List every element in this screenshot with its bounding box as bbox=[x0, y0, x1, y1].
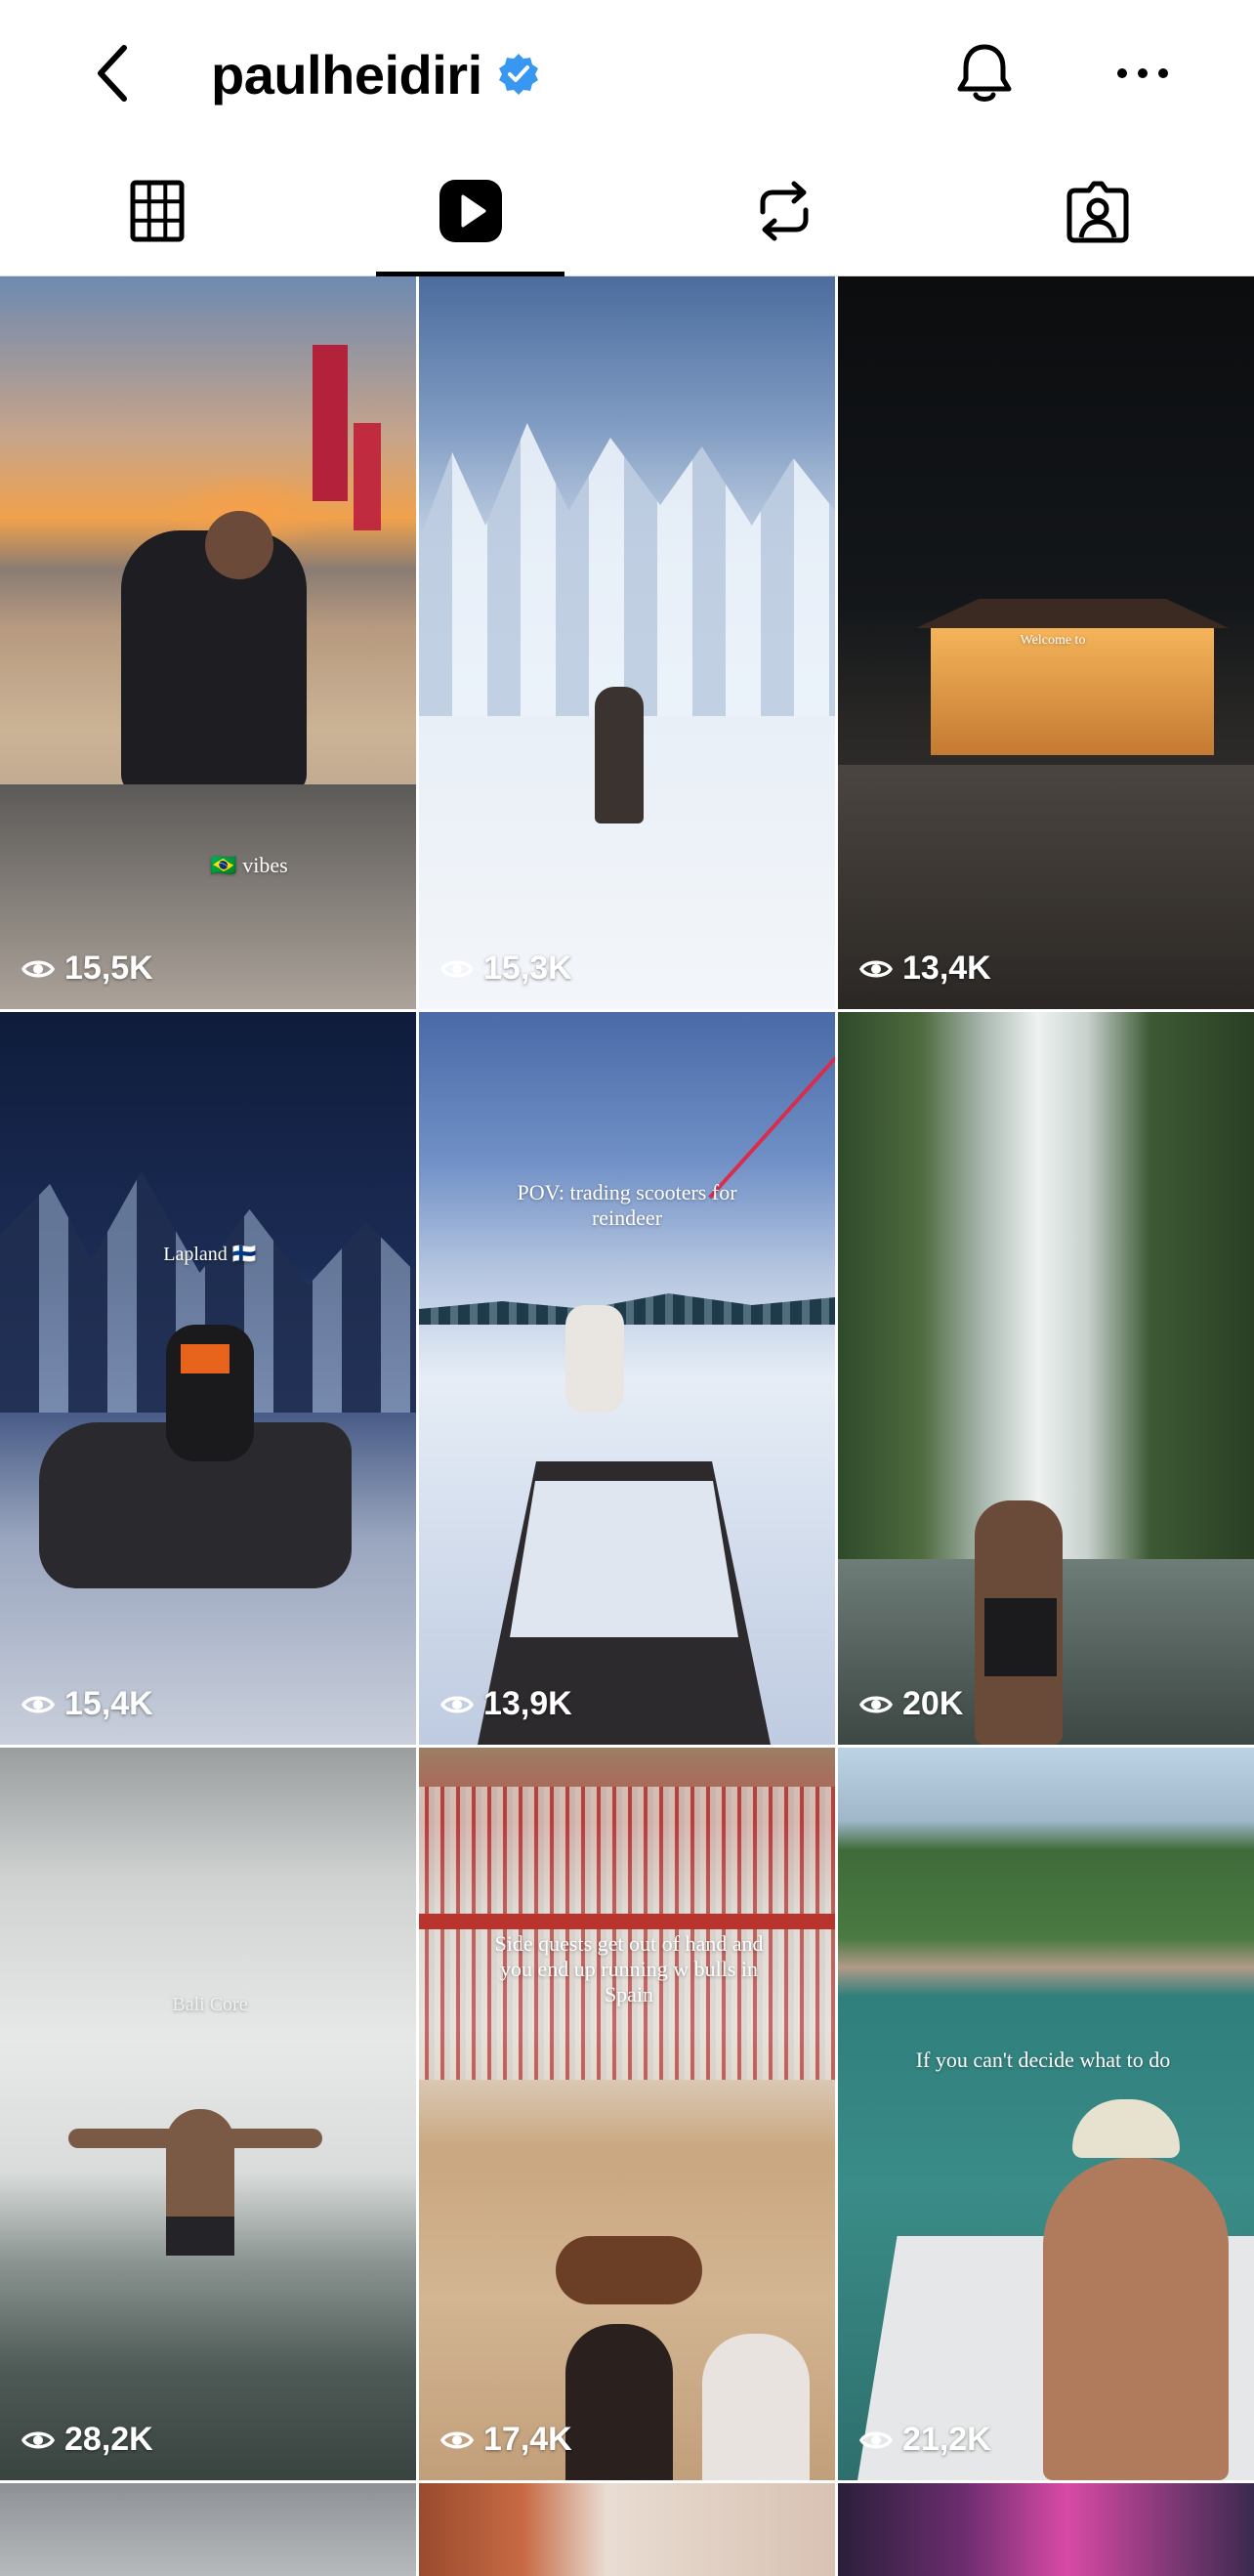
reel-tile[interactable]: Welcome to 13,4K bbox=[838, 276, 1254, 1009]
view-count-text: 15,3K bbox=[483, 950, 572, 987]
username: paulheidiri bbox=[211, 43, 482, 106]
reel-caption: Welcome to bbox=[1020, 633, 1086, 648]
view-count: 15,4K bbox=[21, 1685, 153, 1723]
eye-icon bbox=[859, 1696, 893, 1712]
reel-tile[interactable] bbox=[838, 2483, 1254, 2576]
view-count: 15,3K bbox=[440, 950, 572, 988]
verified-badge-icon bbox=[496, 52, 541, 97]
username-heading: paulheidiri bbox=[211, 35, 541, 113]
beach-sunset-bike-thumbnail bbox=[0, 276, 416, 1009]
reel-caption: Bali Core bbox=[172, 1994, 248, 2015]
view-count: 20K bbox=[859, 1685, 963, 1723]
view-count-text: 17,4K bbox=[483, 2421, 572, 2458]
view-count-text: 15,4K bbox=[64, 1685, 153, 1722]
bali-waterfall-thumbnail bbox=[0, 1748, 416, 2480]
reel-thumbnail-partial bbox=[419, 2483, 835, 2576]
view-count: 13,4K bbox=[859, 950, 991, 988]
reel-tile[interactable]: Bali Core 28,2K bbox=[0, 1748, 416, 2480]
more-horizontal-icon bbox=[1117, 68, 1168, 78]
bell-icon bbox=[957, 44, 1012, 102]
grid-icon bbox=[130, 180, 184, 242]
lapland-snowmobile-thumbnail bbox=[0, 1012, 416, 1745]
profile-header: paulheidiri bbox=[0, 0, 1254, 147]
view-count: 17,4K bbox=[440, 2421, 572, 2459]
repost-icon bbox=[760, 181, 808, 241]
reel-caption: 🇧🇷 vibes bbox=[210, 853, 288, 877]
reels-grid: 🇧🇷 vibes 15,5K 15,3K Welcome to 13,4K La… bbox=[0, 276, 1254, 2576]
reel-tile[interactable]: Side quests get out of hand and you end … bbox=[419, 1748, 835, 2480]
reel-tile[interactable]: POV: trading scooters for reindeer 13,9K bbox=[419, 1012, 835, 1745]
eye-icon bbox=[440, 1696, 474, 1712]
view-count: 13,9K bbox=[440, 1685, 572, 1723]
view-count: 21,2K bbox=[859, 2421, 991, 2459]
eye-icon bbox=[21, 2431, 55, 2448]
view-count-text: 21,2K bbox=[902, 2421, 991, 2458]
reel-thumbnail-partial bbox=[838, 2483, 1254, 2576]
reel-caption: POV: trading scooters for reindeer bbox=[517, 1180, 737, 1230]
view-count: 28,2K bbox=[21, 2421, 153, 2459]
notifications-button[interactable] bbox=[945, 33, 1024, 115]
reindeer-sled-thumbnail bbox=[419, 1012, 835, 1745]
view-count-text: 13,4K bbox=[902, 950, 991, 987]
tab-posts-grid[interactable] bbox=[0, 147, 314, 275]
reel-tile[interactable]: 🇧🇷 vibes 15,5K bbox=[0, 276, 416, 1009]
more-options-button[interactable] bbox=[1104, 39, 1182, 107]
snowy-forest-skier-thumbnail bbox=[419, 276, 835, 1009]
reel-tile[interactable] bbox=[419, 2483, 835, 2576]
eye-icon bbox=[440, 2431, 474, 2448]
view-count: 15,5K bbox=[21, 950, 153, 988]
reel-thumbnail-partial bbox=[0, 2483, 416, 2576]
view-count-text: 20K bbox=[902, 1685, 964, 1722]
view-count-text: 15,5K bbox=[64, 950, 153, 987]
lake-boat-selfie-thumbnail bbox=[838, 1748, 1254, 2480]
tab-reels[interactable] bbox=[314, 147, 627, 276]
reel-tile[interactable] bbox=[0, 2483, 416, 2576]
tab-reposts[interactable] bbox=[627, 147, 940, 275]
eye-icon bbox=[21, 1696, 55, 1712]
tagged-person-icon bbox=[1066, 181, 1128, 243]
eye-icon bbox=[859, 2431, 893, 2448]
reel-tile[interactable]: If you can't decide what to do 21,2K bbox=[838, 1748, 1254, 2480]
reel-caption: Side quests get out of hand and you end … bbox=[494, 1931, 764, 2006]
back-button[interactable] bbox=[78, 29, 146, 117]
eye-icon bbox=[859, 960, 893, 977]
view-count-text: 28,2K bbox=[64, 2421, 153, 2458]
waterfall-thumbnail bbox=[838, 1012, 1254, 1745]
reels-play-icon bbox=[439, 180, 502, 242]
view-count-text: 13,9K bbox=[483, 1685, 572, 1722]
eye-icon bbox=[21, 960, 55, 977]
reel-tile[interactable]: Lapland 🇫🇮 15,4K bbox=[0, 1012, 416, 1745]
reel-tile[interactable]: 20K bbox=[838, 1012, 1254, 1745]
tab-tagged[interactable] bbox=[940, 147, 1254, 275]
chevron-left-icon bbox=[98, 45, 127, 102]
reel-tile[interactable]: 15,3K bbox=[419, 276, 835, 1009]
reel-caption: Lapland 🇫🇮 bbox=[163, 1244, 257, 1265]
profile-tabs bbox=[0, 147, 1254, 276]
reel-caption: If you can't decide what to do bbox=[915, 2048, 1171, 2072]
bull-run-spain-thumbnail bbox=[419, 1748, 835, 2480]
eye-icon bbox=[440, 960, 474, 977]
